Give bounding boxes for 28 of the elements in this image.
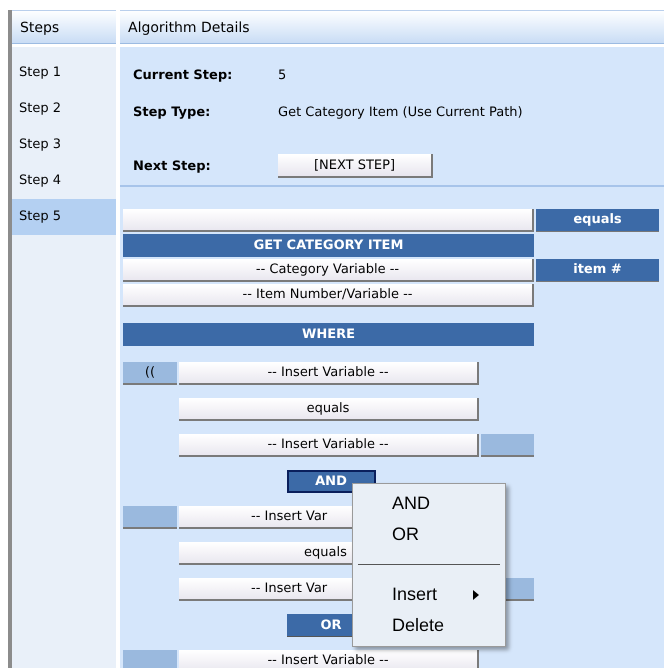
operator-label: equals — [536, 209, 659, 232]
paren-button[interactable] — [123, 506, 177, 529]
field-label: Current Step: — [133, 68, 234, 82]
panel-title: Steps — [20, 20, 60, 36]
step-item[interactable]: Step 1 — [12, 55, 116, 91]
submenu-arrow-icon — [473, 590, 479, 600]
panel-title: Algorithm Details — [128, 20, 250, 36]
step-item[interactable]: Step 4 — [12, 163, 116, 199]
variable-field[interactable]: -- Insert Variable -- — [179, 650, 479, 668]
step-item[interactable]: Step 3 — [12, 127, 116, 163]
step-item[interactable]: Step 2 — [12, 91, 116, 127]
select-field[interactable]: -- Item Number/Variable -- — [123, 284, 534, 307]
variable-field[interactable]: -- Insert Variable -- — [179, 362, 479, 385]
paren-button[interactable] — [481, 434, 534, 457]
select-field[interactable]: -- Category Variable -- — [123, 259, 534, 282]
field-value: 5 — [278, 68, 286, 82]
field-label: Step Type: — [133, 104, 212, 120]
step-item[interactable]: Step 5 — [12, 199, 116, 235]
field-label: Next Step: — [133, 158, 212, 174]
next-step-button[interactable]: [NEXT STEP] — [278, 154, 433, 178]
section-heading: GET CATEGORY ITEM — [123, 234, 534, 257]
section-heading: WHERE — [123, 323, 534, 346]
variable-field[interactable]: -- Insert Variable -- — [179, 434, 479, 457]
operator-field[interactable]: equals — [179, 398, 479, 421]
operator-label: item # — [536, 259, 659, 282]
field-value: Get Category Item (Use Current Path) — [278, 104, 523, 120]
paren-button[interactable]: (( — [123, 362, 177, 385]
select-field[interactable] — [123, 209, 534, 232]
